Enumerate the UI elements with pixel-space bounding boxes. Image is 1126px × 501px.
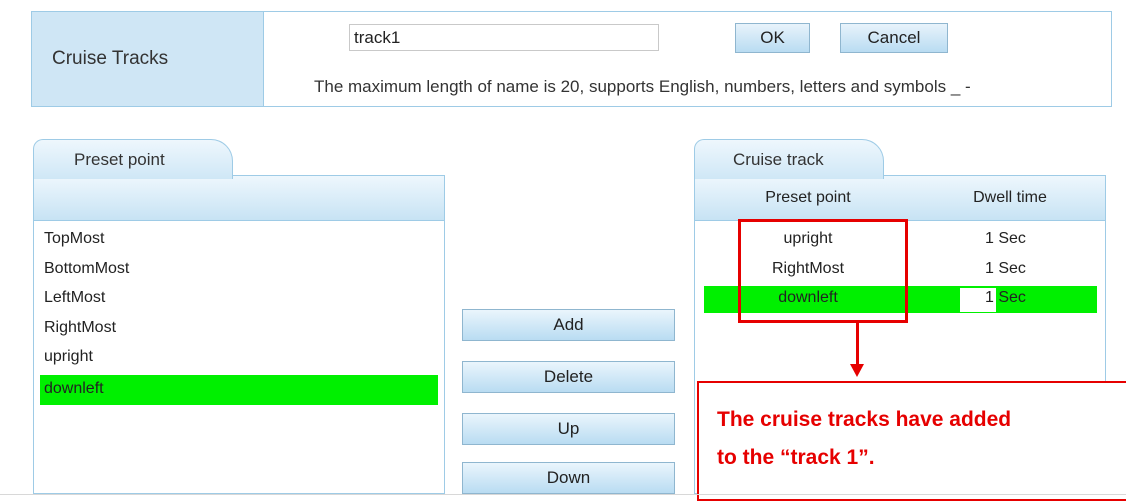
up-button[interactable]: Up	[462, 413, 675, 445]
dwell-value: 1	[985, 230, 994, 247]
list-item-topmost[interactable]: TopMost	[44, 230, 104, 248]
name-length-hint: The maximum length of name is 20, suppor…	[314, 77, 971, 96]
cruise-row-dwell: 1 Sec	[985, 289, 1026, 307]
down-button[interactable]: Down	[462, 462, 675, 494]
list-item-bottommost[interactable]: BottomMost	[44, 260, 129, 278]
cancel-button[interactable]: Cancel	[840, 23, 948, 53]
cruise-row-dwell: 1 Sec	[985, 230, 1026, 248]
list-item-downleft[interactable]: downleft	[44, 380, 104, 398]
annotation-callout: The cruise tracks have added to the “tra…	[697, 381, 1126, 501]
cruise-tracks-header: Cruise Tracks OK Cancel The maximum leng…	[31, 11, 1112, 107]
arrow-down-icon	[856, 323, 859, 366]
column-header-dwell: Dwell time	[973, 189, 1047, 206]
dwell-unit: Sec	[998, 289, 1026, 306]
dwell-value: 1	[985, 289, 994, 306]
list-item-leftmost[interactable]: LeftMost	[44, 289, 105, 307]
annotation-line-1: The cruise tracks have added	[717, 408, 1012, 431]
cruise-tracks-label: Cruise Tracks	[32, 12, 264, 106]
add-button[interactable]: Add	[462, 309, 675, 341]
track-name-input[interactable]	[349, 24, 659, 51]
dwell-unit: Sec	[998, 230, 1026, 247]
ok-button[interactable]: OK	[735, 23, 810, 53]
dwell-unit: Sec	[998, 260, 1026, 277]
dwell-value: 1	[985, 260, 994, 277]
list-item-rightmost[interactable]: RightMost	[44, 319, 116, 337]
arrow-head-icon	[850, 364, 864, 377]
annotation-line-2: to the “track 1”.	[717, 446, 875, 469]
tab-cruise-track[interactable]: Cruise track	[694, 139, 884, 179]
tab-preset-point[interactable]: Preset point	[33, 139, 233, 179]
tab-cruise-track-label: Cruise track	[733, 150, 824, 169]
cruise-row-dwell: 1 Sec	[985, 260, 1026, 278]
delete-button[interactable]: Delete	[462, 361, 675, 393]
list-item-upright[interactable]: upright	[44, 348, 93, 366]
highlight-box	[738, 219, 908, 323]
divider	[0, 494, 1126, 495]
column-header-preset: Preset point	[765, 189, 851, 206]
tab-preset-point-label: Preset point	[74, 150, 165, 169]
preset-panel-header	[33, 175, 445, 221]
